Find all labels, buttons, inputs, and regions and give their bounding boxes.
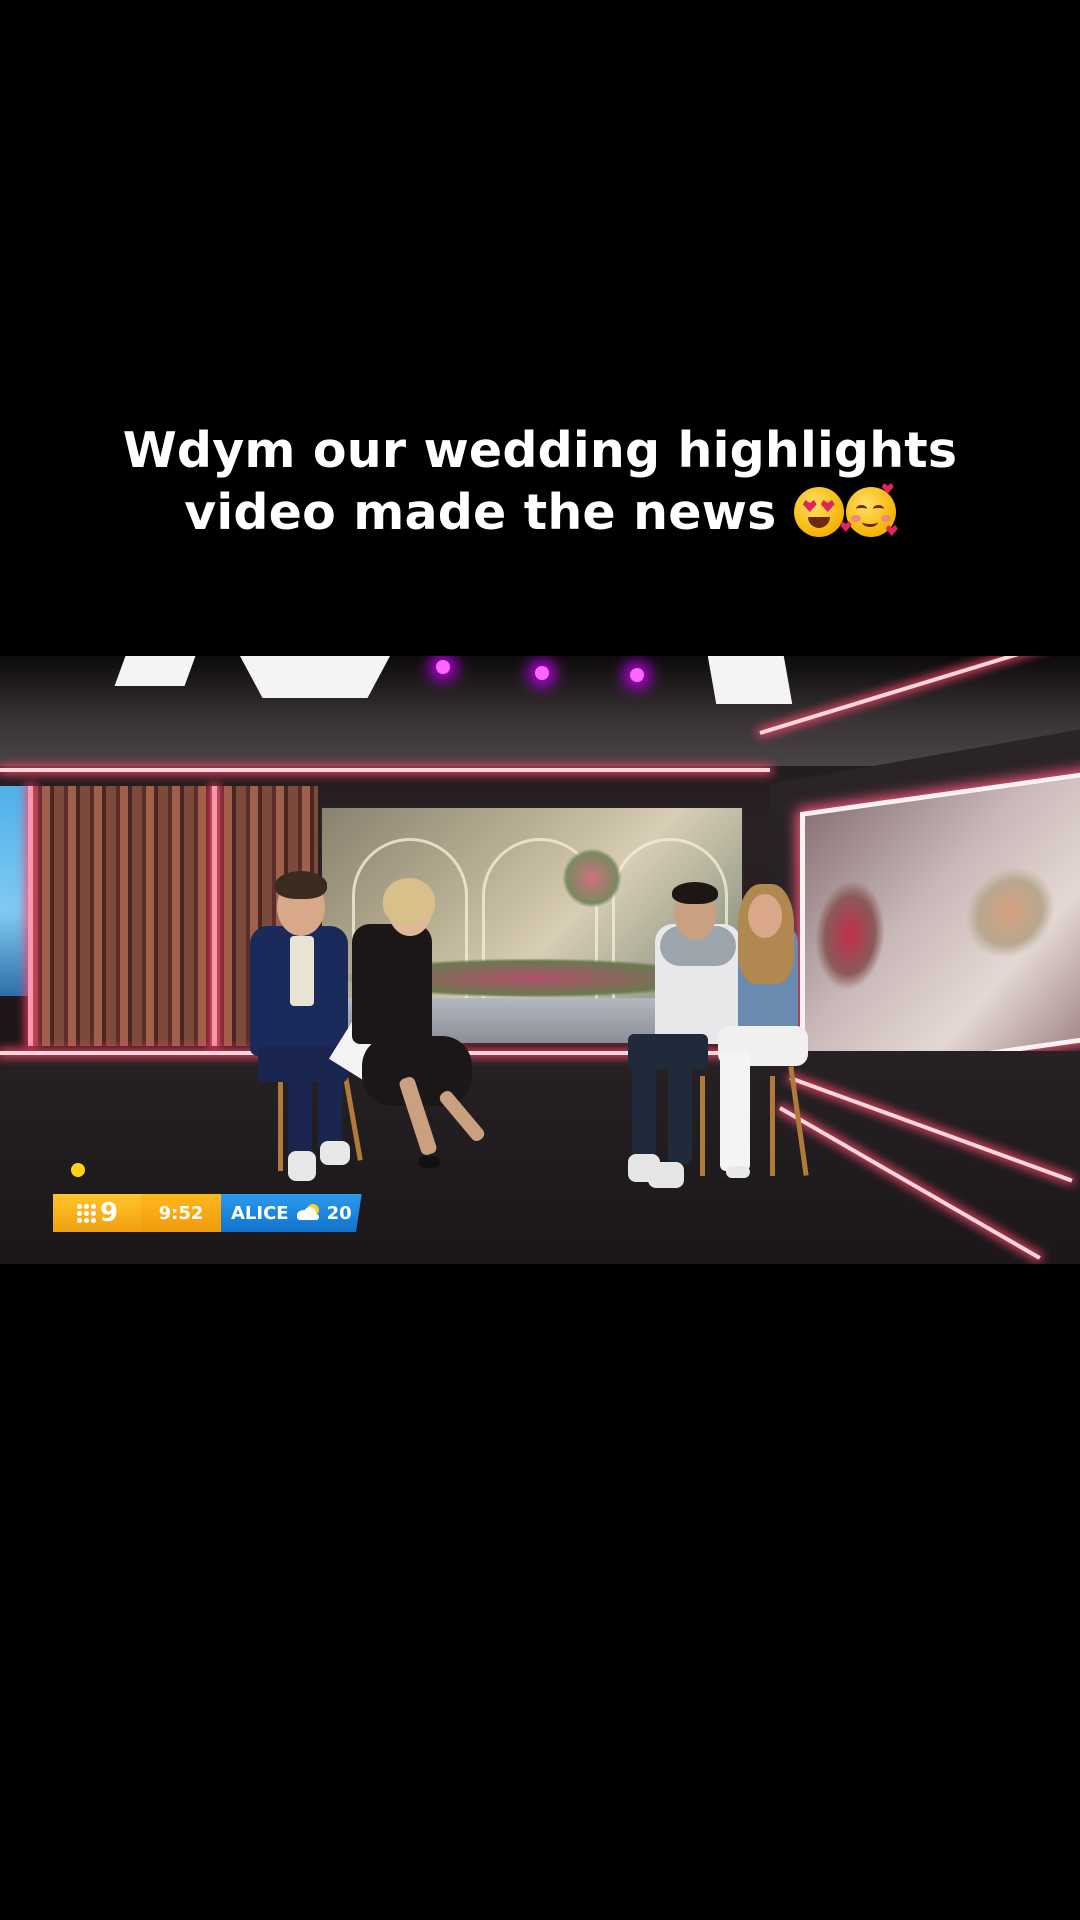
studio-light: [707, 656, 793, 704]
studio-light: [114, 656, 196, 686]
studio-floor: [0, 1051, 1080, 1264]
caption-line-2: video made the news: [0, 482, 1080, 544]
post-caption: Wdym our wedding highlights video made t…: [0, 420, 1080, 544]
weather-panel: ALICE 20: [221, 1194, 362, 1232]
spotlight-icon: [630, 668, 644, 682]
channel-dots-icon: [76, 1203, 96, 1223]
broadcast-bug: 9 9:52 ALICE 20: [53, 1194, 362, 1232]
smiling-hearts-emoji-icon: [839, 483, 898, 537]
neon-strip: [28, 786, 33, 1046]
caption-line-1: Wdym our wedding highlights: [122, 422, 958, 479]
partly-cloudy-icon: [295, 1204, 321, 1220]
backdrop-screen: [800, 769, 1080, 1083]
studio-light: [240, 656, 390, 698]
heart-eyes-emoji-icon: [793, 487, 844, 537]
live-indicator-dot: [71, 1163, 85, 1177]
channel-logo: 9: [53, 1194, 141, 1232]
weather-temperature: 20: [326, 1202, 352, 1224]
caption-line-2-text: video made the news: [184, 484, 777, 541]
spotlight-icon: [535, 666, 549, 680]
broadcast-time: 9:52: [141, 1194, 221, 1232]
video-frame[interactable]: 9 9:52 ALICE 20: [0, 656, 1080, 1264]
spotlight-icon: [436, 660, 450, 674]
channel-number: 9: [99, 1198, 118, 1228]
neon-strip: [212, 786, 217, 1046]
weather-city: ALICE: [231, 1202, 289, 1224]
neon-strip: [0, 768, 770, 772]
